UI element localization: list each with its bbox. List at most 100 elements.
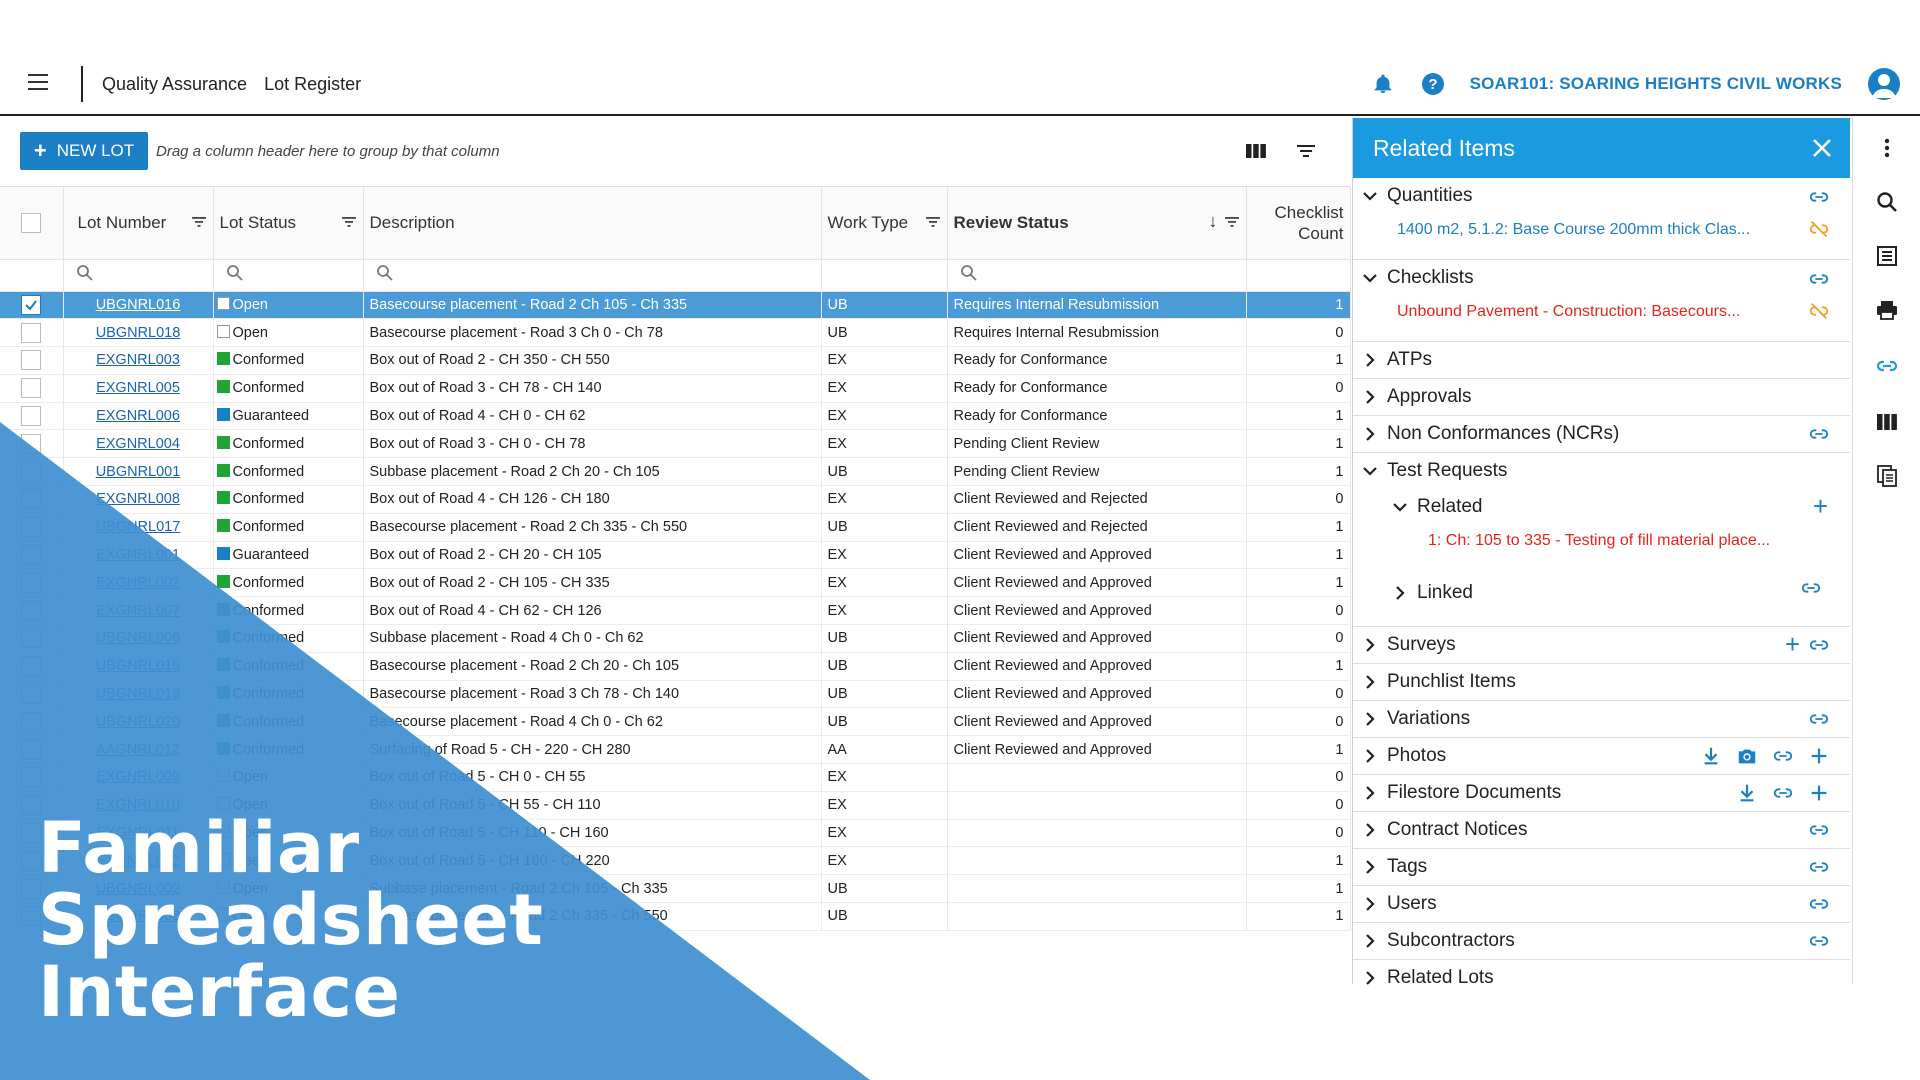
columns-icon[interactable] bbox=[1875, 410, 1899, 434]
table-row[interactable]: EXGNRL006 Guaranteed Box out of Road 4 - C… bbox=[0, 402, 1351, 431]
row-checkbox[interactable] bbox=[21, 350, 42, 371]
section-toggle[interactable]: Surveys bbox=[1353, 627, 1850, 663]
row-checkbox[interactable] bbox=[21, 739, 42, 760]
column-header-work-type[interactable]: Work Type bbox=[821, 187, 948, 260]
row-select-cell[interactable] bbox=[0, 429, 64, 459]
link-icon[interactable] bbox=[1808, 930, 1830, 952]
table-row[interactable]: EXGNRL002 Conformed Box out of Road 2 - CH… bbox=[0, 568, 1351, 598]
row-checkbox[interactable] bbox=[21, 378, 42, 399]
table-row[interactable]: UBGNRL020 Conformed Basecourse placement -… bbox=[0, 707, 1351, 737]
link-icon[interactable] bbox=[1808, 423, 1830, 445]
section-toggle[interactable]: Punchlist Items bbox=[1353, 664, 1850, 700]
hamburger-menu-icon[interactable] bbox=[28, 74, 48, 90]
table-row[interactable]: EXGNRL001 Guaranteed Box out of Road 2 - C… bbox=[0, 541, 1351, 570]
lot-number-link[interactable]: UBGNRL017 bbox=[96, 519, 181, 535]
row-select-cell[interactable] bbox=[0, 346, 64, 375]
table-row[interactable]: EXGNRL007 Conformed Box out of Road 4 - CH… bbox=[0, 596, 1351, 626]
row-checkbox[interactable] bbox=[21, 517, 42, 538]
search-icon[interactable] bbox=[1875, 190, 1899, 214]
column-header-lot-number[interactable]: Lot Number bbox=[63, 187, 214, 260]
filter-cell-description[interactable] bbox=[363, 259, 822, 292]
lot-number-link[interactable]: UBGNRL019 bbox=[96, 686, 181, 702]
row-checkbox-checked[interactable] bbox=[21, 294, 42, 315]
unlink-icon[interactable] bbox=[1808, 300, 1830, 322]
section-toggle[interactable]: Test Requests bbox=[1353, 453, 1850, 489]
lot-number-link[interactable]: UBGNRL016 bbox=[96, 297, 181, 313]
row-checkbox[interactable] bbox=[21, 684, 42, 705]
row-select-cell[interactable] bbox=[0, 541, 64, 570]
row-select-cell[interactable] bbox=[0, 513, 64, 542]
row-select-cell[interactable] bbox=[0, 318, 64, 348]
row-checkbox[interactable] bbox=[21, 322, 42, 343]
row-select-cell[interactable] bbox=[0, 624, 64, 653]
lot-number-link[interactable]: UBGNRL018 bbox=[96, 325, 181, 341]
list-document-icon[interactable] bbox=[1875, 244, 1899, 268]
link-icon[interactable] bbox=[1808, 268, 1830, 290]
row-select-cell[interactable] bbox=[0, 568, 64, 598]
row-checkbox[interactable] bbox=[21, 572, 42, 593]
add-icon[interactable] bbox=[1808, 745, 1830, 767]
lot-number-link[interactable]: EXGNRL001 bbox=[96, 547, 180, 563]
lot-number-link[interactable]: EXGNRL004 bbox=[96, 436, 180, 452]
lot-number-link[interactable]: EXGNRL002 bbox=[96, 575, 180, 591]
section-toggle[interactable]: Checklists bbox=[1353, 260, 1850, 296]
filter-cell-lot-status[interactable] bbox=[213, 259, 364, 292]
row-select-cell[interactable] bbox=[0, 402, 64, 431]
row-select-cell[interactable] bbox=[0, 596, 64, 626]
link-icon[interactable] bbox=[1808, 819, 1830, 841]
row-checkbox[interactable] bbox=[21, 433, 42, 454]
column-filter-icon[interactable] bbox=[191, 215, 207, 229]
project-selector[interactable]: SOAR101: SOARING HEIGHTS CIVIL WORKS bbox=[1470, 74, 1842, 94]
row-checkbox[interactable] bbox=[21, 406, 42, 427]
section-toggle[interactable]: ATPs bbox=[1353, 342, 1850, 378]
link-icon[interactable] bbox=[1772, 745, 1794, 767]
unlink-icon[interactable] bbox=[1808, 218, 1830, 240]
table-row[interactable]: UBGNRL015 Conformed Basecourse placement -… bbox=[0, 652, 1351, 681]
table-row[interactable]: UBGNRL018 Open Basecourse placement - Road… bbox=[0, 318, 1351, 348]
section-toggle[interactable]: Related Lots bbox=[1353, 960, 1850, 996]
row-select-cell[interactable] bbox=[0, 680, 64, 709]
lot-number-link[interactable]: EXGNRL007 bbox=[96, 603, 180, 619]
link-icon[interactable] bbox=[1808, 186, 1830, 208]
section-toggle[interactable]: Variations bbox=[1353, 701, 1850, 737]
link-icon[interactable] bbox=[1800, 577, 1822, 599]
add-icon[interactable]: + bbox=[1813, 491, 1828, 522]
link-icon[interactable] bbox=[1875, 354, 1899, 378]
lot-number-link[interactable]: UBGNRL020 bbox=[96, 714, 181, 730]
subsection-related-toggle[interactable]: Related bbox=[1353, 489, 1850, 525]
lot-number-link[interactable]: AAGNRL012 bbox=[96, 742, 180, 758]
filter-cell-review-status[interactable] bbox=[947, 259, 1247, 292]
row-checkbox[interactable] bbox=[21, 628, 42, 649]
table-row[interactable]: UBGNRL006 Conformed Subbase placement - Ro… bbox=[0, 624, 1351, 653]
section-toggle[interactable]: Tags bbox=[1353, 849, 1850, 885]
add-icon[interactable] bbox=[1808, 782, 1830, 804]
table-row[interactable]: EXGNRL004 Conformed Box out of Road 3 - CH… bbox=[0, 429, 1351, 459]
test-request-item[interactable]: 1: Ch: 105 to 335 - Testing of fill mate… bbox=[1353, 525, 1850, 557]
row-select-cell[interactable] bbox=[0, 735, 64, 765]
copy-document-icon[interactable] bbox=[1875, 464, 1899, 488]
camera-icon[interactable] bbox=[1736, 745, 1758, 767]
print-icon[interactable] bbox=[1875, 298, 1899, 322]
row-checkbox[interactable] bbox=[21, 545, 42, 566]
link-icon[interactable] bbox=[1808, 708, 1830, 730]
link-icon[interactable] bbox=[1808, 634, 1830, 656]
columns-icon[interactable] bbox=[1245, 140, 1267, 162]
column-header-checklist-count[interactable]: Checklist Count bbox=[1246, 187, 1351, 260]
section-toggle[interactable]: Subcontractors bbox=[1353, 923, 1850, 959]
filter-cell-lot-number[interactable] bbox=[63, 259, 214, 292]
download-icon[interactable] bbox=[1736, 782, 1758, 804]
table-row[interactable]: UBGNRL001 Conformed Subbase placement - Ro… bbox=[0, 457, 1351, 487]
table-row[interactable]: AAGNRL012 Conformed Surfacing of Road 5 - … bbox=[0, 735, 1351, 765]
lot-number-link[interactable]: EXGNRL006 bbox=[96, 408, 180, 424]
table-row[interactable]: EXGNRL003 Conformed Box out of Road 2 - CH… bbox=[0, 346, 1351, 375]
column-header-lot-status[interactable]: Lot Status bbox=[213, 187, 364, 260]
select-all-checkbox[interactable] bbox=[21, 213, 42, 233]
row-checkbox[interactable] bbox=[21, 656, 42, 677]
table-row[interactable]: UBGNRL017 Conformed Basecourse placement -… bbox=[0, 513, 1351, 542]
quantity-item[interactable]: 1400 m2, 5.1.2: Base Course 200mm thick … bbox=[1353, 214, 1850, 246]
column-header-description[interactable]: Description bbox=[363, 187, 822, 260]
lot-number-link[interactable]: EXGNRL005 bbox=[96, 380, 180, 396]
notifications-bell-icon[interactable] bbox=[1370, 71, 1396, 97]
row-checkbox[interactable] bbox=[21, 489, 42, 510]
lot-number-link[interactable]: EXGNRL009 bbox=[96, 769, 180, 785]
